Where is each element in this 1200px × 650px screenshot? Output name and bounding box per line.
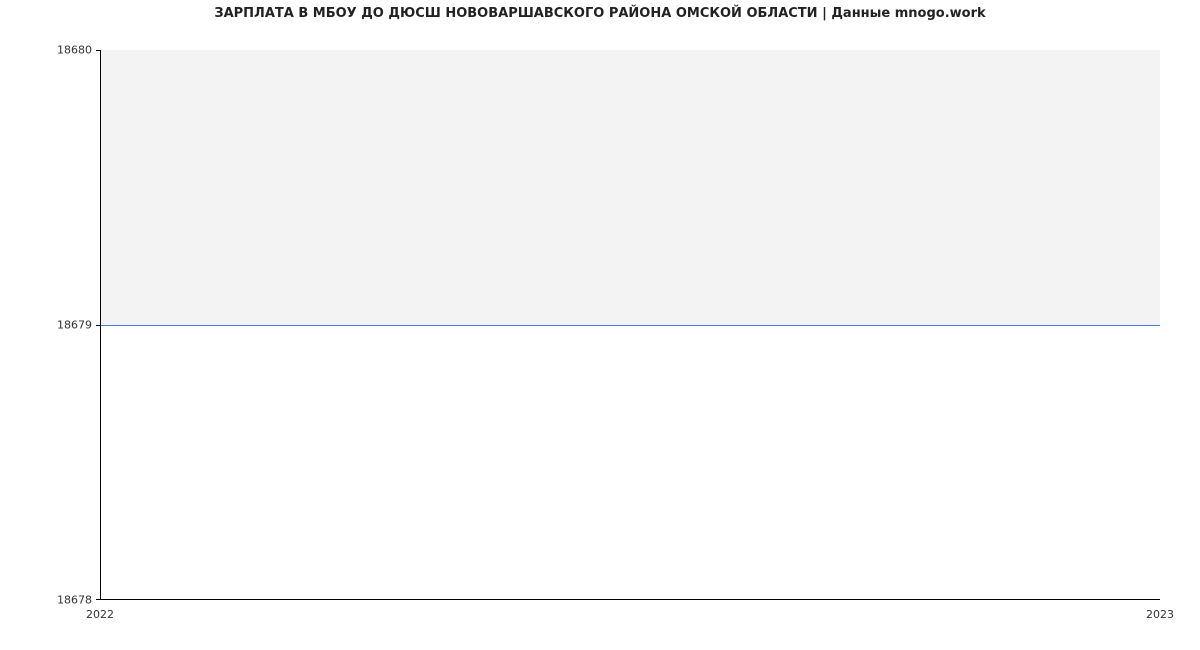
y-tick-label: 18679 bbox=[57, 319, 92, 332]
chart-title: ЗАРПЛАТА В МБОУ ДО ДЮСШ НОВОВАРШАВСКОГО … bbox=[0, 6, 1200, 21]
data-line bbox=[101, 325, 1160, 326]
chart-container: ЗАРПЛАТА В МБОУ ДО ДЮСШ НОВОВАРШАВСКОГО … bbox=[0, 0, 1200, 650]
y-tick bbox=[96, 325, 101, 326]
y-tick bbox=[96, 599, 101, 600]
x-tick-label: 2022 bbox=[86, 608, 114, 621]
x-tick-label: 2023 bbox=[1146, 608, 1174, 621]
fill-region bbox=[101, 50, 1160, 325]
y-tick-label: 18678 bbox=[57, 594, 92, 607]
y-tick bbox=[96, 50, 101, 51]
y-tick-label: 18680 bbox=[57, 44, 92, 57]
plot-area bbox=[100, 50, 1160, 600]
